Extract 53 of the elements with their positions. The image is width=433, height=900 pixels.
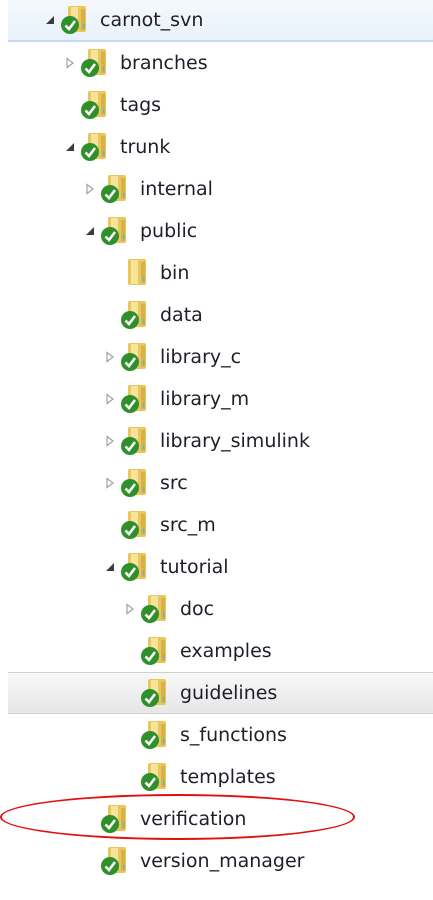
tree-item-label: library_simulink [160,430,310,452]
tree-item[interactable]: library_simulink [8,420,433,462]
tree-item[interactable]: library_c [8,336,433,378]
tree-item-label: guidelines [180,682,278,704]
tree-item[interactable]: s_functions [8,714,433,756]
tree-item[interactable]: doc [8,588,433,630]
tree-item[interactable]: carnot_svn [8,0,433,42]
tree-item-label: s_functions [180,724,287,746]
tree-item[interactable]: public [8,210,433,252]
tree-item-label: branches [120,52,208,74]
tree-item[interactable]: guidelines [8,672,433,714]
tree-item[interactable]: branches [8,42,433,84]
tree-item-label: examples [180,640,272,662]
tree-item-label: src_m [160,514,216,536]
expanded-arrow-icon[interactable] [104,561,116,573]
tree-item-label: src [160,472,188,494]
tree-item-label: trunk [120,136,170,158]
tree-item-label: library_m [160,388,250,410]
tree-item[interactable]: data [8,294,433,336]
expanded-arrow-icon[interactable] [64,141,76,153]
tree-item-label: library_c [160,346,242,368]
tree-item[interactable]: tutorial [8,546,433,588]
tree-item[interactable]: tags [8,84,433,126]
collapsed-arrow-icon[interactable] [104,351,116,363]
collapsed-arrow-icon[interactable] [104,435,116,447]
tree-item-label: bin [160,262,190,284]
tree-item-label: tags [120,94,162,116]
tree-item-label: data [160,304,203,326]
tree-item-label: internal [140,178,213,200]
collapsed-arrow-icon[interactable] [104,477,116,489]
tree-item[interactable]: trunk [8,126,433,168]
tree-item[interactable]: src_m [8,504,433,546]
expanded-arrow-icon[interactable] [44,14,56,26]
collapsed-arrow-icon[interactable] [104,393,116,405]
collapsed-arrow-icon[interactable] [124,603,136,615]
tree-item[interactable]: verification [8,798,433,840]
tree-item[interactable]: internal [8,168,433,210]
tree-item[interactable]: library_m [8,378,433,420]
tree-item[interactable]: templates [8,756,433,798]
tree-item[interactable]: examples [8,630,433,672]
collapsed-arrow-icon[interactable] [84,183,96,195]
tree-item-label: templates [180,766,276,788]
tree-item[interactable]: version_manager [8,840,433,882]
tree-item-label: doc [180,598,214,620]
collapsed-arrow-icon[interactable] [64,57,76,69]
tree-item[interactable]: bin [8,252,433,294]
tree-item-label: tutorial [160,556,229,578]
tree-item-label: verification [140,808,246,830]
tree-item-label: public [140,220,198,242]
tree-item[interactable]: src [8,462,433,504]
expanded-arrow-icon[interactable] [84,225,96,237]
tree-item-label: carnot_svn [100,9,204,31]
tree-item-label: version_manager [140,850,304,872]
